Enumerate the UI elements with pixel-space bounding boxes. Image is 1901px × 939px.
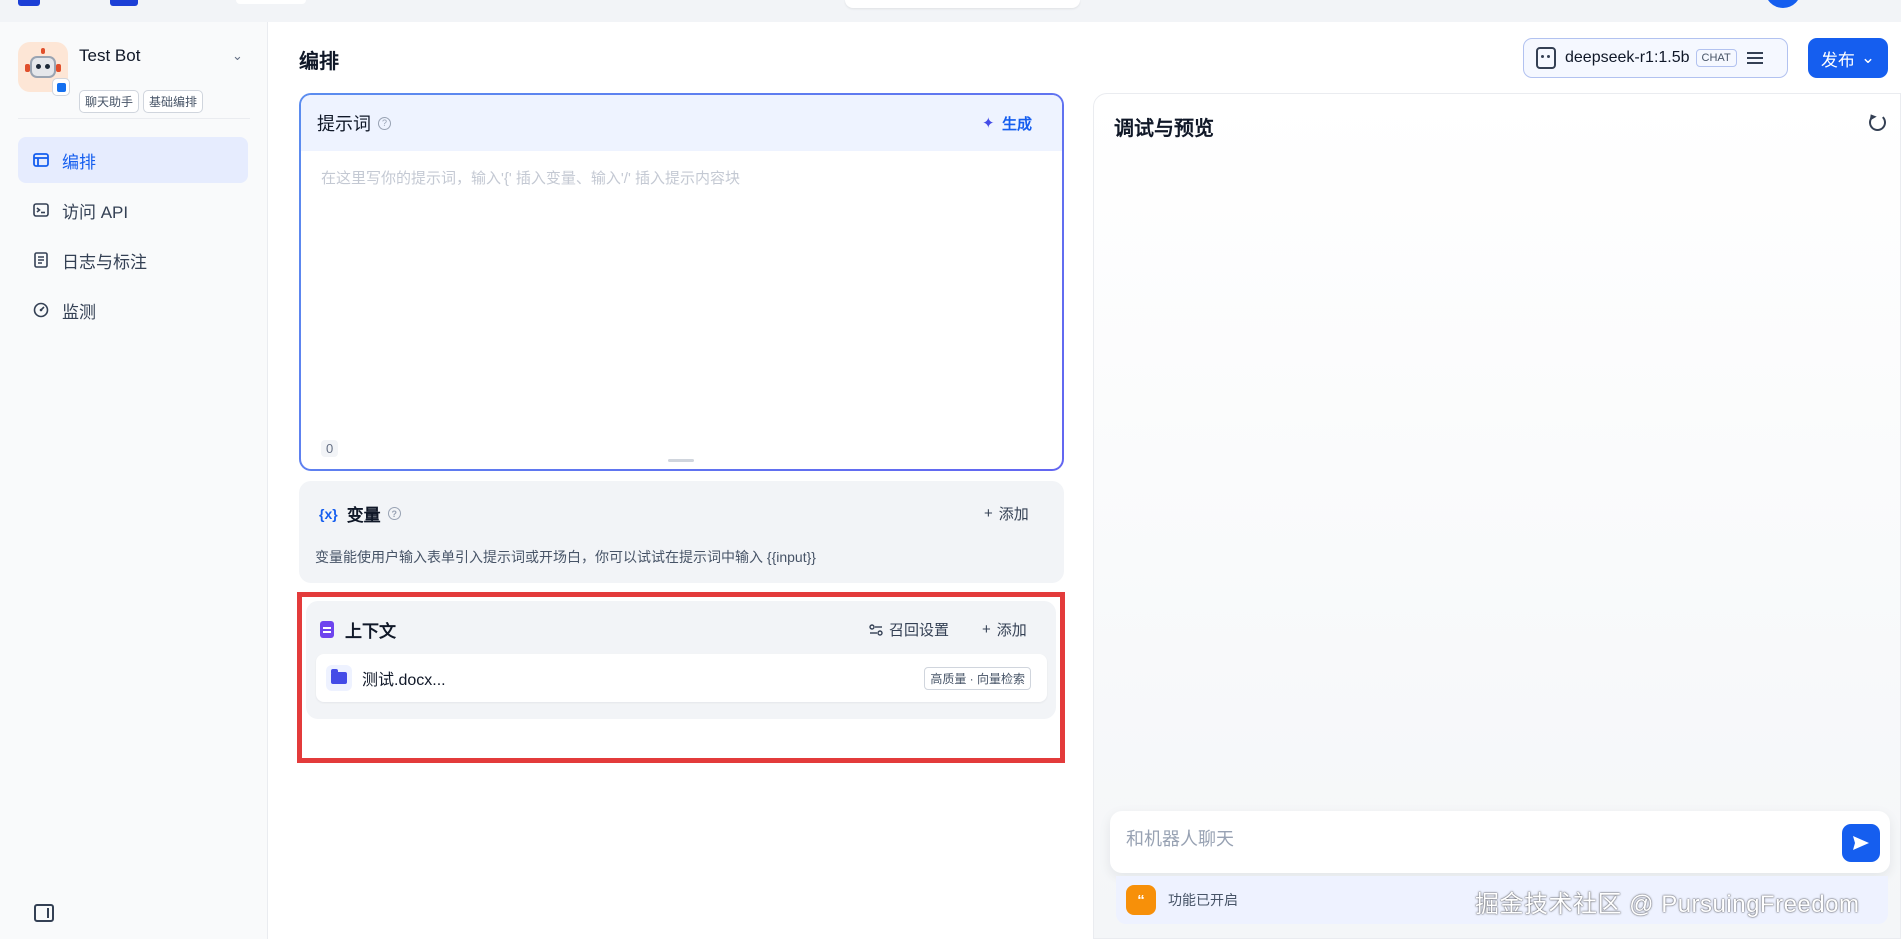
- sparkle-icon: [982, 114, 996, 132]
- variables-header: {x} 变量 ?: [319, 501, 401, 526]
- sidebar-item-logs[interactable]: 日志与标注: [18, 237, 248, 283]
- sidebar-item-api[interactable]: 访问 API: [18, 187, 248, 233]
- app-tag: 基础编排: [143, 90, 204, 113]
- top-navbar: [0, 0, 1901, 22]
- chevron-down-icon[interactable]: ⌄: [232, 48, 243, 64]
- dataset-item[interactable]: 测试.docx... 高质量 · 向量检索: [316, 654, 1047, 702]
- context-card: 上下文 召回设置 + 添加 测试.docx... 高质量 · 向量检索: [306, 601, 1056, 719]
- sidebar-item-orchestrate[interactable]: 编排: [18, 137, 248, 183]
- model-selector-button[interactable]: deepseek-r1:1.5b CHAT: [1523, 38, 1788, 78]
- chat-input[interactable]: [1126, 829, 1806, 850]
- help-icon[interactable]: ?: [378, 116, 391, 130]
- gauge-icon: [32, 301, 50, 319]
- settings-sliders-icon: [869, 623, 883, 636]
- help-icon[interactable]: ?: [387, 507, 401, 520]
- publish-button[interactable]: 发布 ⌄: [1808, 38, 1888, 78]
- prompt-header: 提示词 ? 生成: [301, 95, 1062, 151]
- logo-fragment: [18, 0, 40, 6]
- sidebar-nav: 编排 访问 API 日志与标注 监测: [18, 137, 248, 337]
- variable-icon: {x}: [319, 505, 338, 522]
- app-tags: 聊天助手 基础编排: [79, 90, 204, 113]
- generate-button[interactable]: 生成: [982, 113, 1032, 134]
- add-variable-button[interactable]: + 添加: [984, 503, 1029, 524]
- app-header[interactable]: Test Bot ⌄ 聊天助手 基础编排: [18, 42, 248, 122]
- app-tag: 聊天助手: [79, 90, 140, 113]
- generate-label: 生成: [1001, 116, 1032, 133]
- sidebar-item-label: 监测: [62, 302, 96, 322]
- debug-preview-panel: 调试与预览 “ 功能已开启: [1093, 93, 1901, 939]
- plus-icon: +: [984, 505, 993, 522]
- llama-model-icon: [1536, 47, 1556, 69]
- logo-fragment: [110, 0, 138, 6]
- context-header: 上下文: [320, 617, 396, 642]
- dataset-name: 测试.docx...: [362, 672, 446, 689]
- variables-description: 变量能使用户输入表单引入提示词或开场白，你可以试试在提示词中输入 {{input…: [315, 549, 816, 565]
- recall-settings-button[interactable]: 召回设置: [869, 619, 949, 640]
- variables-title: 变量: [346, 506, 381, 525]
- chat-mode-badge-icon: [52, 78, 70, 96]
- add-label: 添加: [998, 506, 1029, 523]
- prompt-textarea[interactable]: 在这里写你的提示词，输入'{' 插入变量、输入'/' 插入提示内容块: [321, 167, 740, 188]
- model-mode-badge: CHAT: [1695, 49, 1737, 67]
- sidebar-item-label: 编排: [62, 152, 96, 172]
- chevron-down-icon: ⌄: [1860, 48, 1876, 67]
- sidebar-item-monitor[interactable]: 监测: [18, 287, 248, 333]
- document-icon: [320, 621, 334, 638]
- plus-icon: +: [982, 621, 991, 638]
- prompt-title: 提示词: [317, 114, 371, 134]
- dataset-badge: 高质量 · 向量检索: [924, 667, 1031, 690]
- publish-label: 发布: [1820, 50, 1855, 70]
- send-icon: [1853, 836, 1869, 850]
- resize-handle[interactable]: [668, 459, 694, 462]
- log-icon: [32, 251, 50, 269]
- top-search[interactable]: [845, 0, 1080, 8]
- sliders-icon[interactable]: [1746, 51, 1763, 65]
- feature-label: 功能已开启: [1168, 892, 1238, 908]
- sidebar-item-label: 日志与标注: [62, 252, 147, 272]
- user-avatar[interactable]: [1765, 0, 1801, 8]
- divider: [18, 118, 250, 119]
- variables-card: {x} 变量 ? + 添加 变量能使用户输入表单引入提示词或开场白，你可以试试在…: [299, 481, 1064, 583]
- watermark: 掘金技术社区 @ PursuingFreedom: [1475, 891, 1860, 918]
- top-tab[interactable]: [236, 0, 306, 4]
- send-button[interactable]: [1842, 824, 1880, 862]
- add-context-button[interactable]: + 添加: [982, 619, 1027, 640]
- char-count: 0: [321, 440, 339, 457]
- folder-icon: [326, 665, 352, 691]
- quote-icon: “: [1126, 885, 1156, 915]
- refresh-icon[interactable]: [1869, 114, 1886, 131]
- page-title: 编排: [299, 51, 339, 73]
- recall-label: 召回设置: [889, 622, 950, 639]
- chat-input-container: [1110, 811, 1890, 873]
- debug-title: 调试与预览: [1114, 118, 1214, 140]
- prompt-editor-card: 提示词 ? 生成 在这里写你的提示词，输入'{' 插入变量、输入'/' 插入提示…: [299, 93, 1064, 471]
- sidebar: Test Bot ⌄ 聊天助手 基础编排 编排 访问 API 日志与标注 监测: [0, 22, 268, 939]
- sidebar-item-label: 访问 API: [62, 202, 129, 222]
- context-title: 上下文: [345, 622, 396, 641]
- terminal-icon: [32, 201, 50, 219]
- sidebar-collapse-icon[interactable]: [34, 904, 54, 922]
- layout-icon: [32, 151, 50, 169]
- app-name: Test Bot: [79, 46, 141, 65]
- add-label: 添加: [996, 622, 1027, 639]
- model-name: deepseek-r1:1.5b: [1565, 49, 1690, 66]
